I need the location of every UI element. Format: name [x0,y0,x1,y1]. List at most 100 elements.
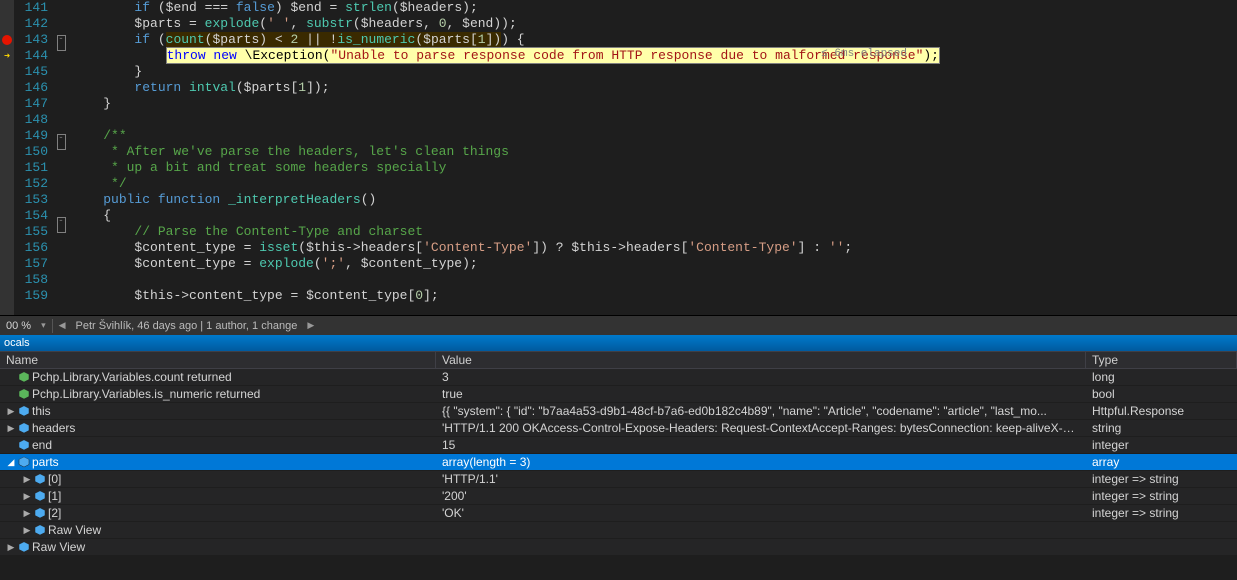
variable-value[interactable] [436,539,1086,555]
line-number: 154 [14,208,48,224]
code-editor[interactable]: ➜ 14114214314414514614714814915015115215… [0,0,1237,315]
expand-toggle-icon[interactable]: ▶ [22,471,32,488]
code-area[interactable]: if ($end === false) $end = strlen($heade… [68,0,1237,315]
locals-row[interactable]: ◢ partsarray(length = 3)array [0,454,1237,471]
line-number: 144 [14,48,48,64]
expand-toggle-icon[interactable]: ▶ [22,505,32,522]
variable-type: long [1086,369,1237,385]
variable-type [1086,522,1237,538]
fold-margin[interactable]: - - - [54,0,68,315]
line-number: 143 [14,32,48,48]
fold-toggle-icon[interactable]: - [57,217,66,233]
locals-row[interactable]: ▶ end15integer [0,437,1237,454]
code-line[interactable]: * After we've parse the headers, let's c… [68,144,1237,160]
line-number: 141 [14,0,48,16]
variable-value[interactable]: 'OK' [436,505,1086,521]
breakpoint-icon[interactable] [2,35,12,45]
code-line[interactable]: { [68,208,1237,224]
elapsed-hint: ≤ 6ms elapsed [821,48,907,60]
code-line[interactable]: */ [68,176,1237,192]
line-number: 156 [14,240,48,256]
variable-value[interactable]: {{ "system": { "id": "b7aa4a53-d9b1-48cf… [436,403,1086,419]
locals-row[interactable]: ▶ Pchp.Library.Variables.is_numeric retu… [0,386,1237,403]
variable-type: integer => string [1086,505,1237,521]
expand-toggle-icon[interactable]: ▶ [22,522,32,539]
code-line[interactable]: throw new \Exception("Unable to parse re… [68,48,1237,64]
code-line[interactable] [68,112,1237,128]
variable-icon [34,473,46,485]
variable-value[interactable]: 'HTTP/1.1 200 OKAccess-Control-Expose-He… [436,420,1086,436]
code-line[interactable]: } [68,96,1237,112]
code-line[interactable]: if (count($parts) < 2 || !is_numeric($pa… [68,32,1237,48]
variable-name: end [32,437,52,454]
locals-col-value[interactable]: Value [436,352,1086,368]
variable-name: headers [32,420,75,437]
variable-name: [2] [48,505,61,522]
expand-toggle-icon[interactable]: ▶ [22,488,32,505]
code-line[interactable]: $parts = explode(' ', substr($headers, 0… [68,16,1237,32]
variable-value[interactable] [436,522,1086,538]
expand-toggle-icon[interactable]: ▶ [6,403,16,420]
code-line[interactable]: if ($end === false) $end = strlen($heade… [68,0,1237,16]
code-line[interactable]: * up a bit and treat some headers specia… [68,160,1237,176]
locals-row[interactable]: ▶ Raw View [0,539,1237,556]
locals-col-name[interactable]: Name [0,352,436,368]
zoom-level[interactable]: 00 % [0,320,37,332]
line-number: 147 [14,96,48,112]
line-number: 145 [14,64,48,80]
blame-next-icon[interactable]: ▶ [303,320,318,331]
locals-row[interactable]: ▶ headers 'HTTP/1.1 200 OKAccess-Control-… [0,420,1237,437]
variable-value[interactable]: 15 [436,437,1086,453]
code-line[interactable]: // Parse the Content-Type and charset [68,224,1237,240]
variable-value[interactable]: array(length = 3) [436,454,1086,470]
code-line[interactable]: $content_type = explode(';', $content_ty… [68,256,1237,272]
line-number: 155 [14,224,48,240]
expand-toggle-icon[interactable]: ▶ [6,539,16,556]
expand-toggle-icon[interactable]: ◢ [6,454,16,471]
expand-toggle-icon[interactable]: ▶ [6,420,16,437]
code-line[interactable] [68,272,1237,288]
locals-row[interactable]: ▶ Pchp.Library.Variables.count returned3… [0,369,1237,386]
code-line[interactable]: } [68,64,1237,80]
locals-row[interactable]: ▶ [1]'200'integer => string [0,488,1237,505]
locals-col-type[interactable]: Type [1086,352,1237,368]
variable-name: this [32,403,51,420]
variable-type: integer => string [1086,471,1237,487]
variable-icon [34,507,46,519]
variable-icon [18,541,30,553]
code-line[interactable]: return intval($parts[1]); [68,80,1237,96]
line-number: 158 [14,272,48,288]
variable-icon [18,422,30,434]
line-number-gutter: 1411421431441451461471481491501511521531… [14,0,54,315]
locals-row[interactable]: ▶ [2] 'OK'integer => string [0,505,1237,522]
locals-panel-title: ocals [0,335,1237,351]
fold-toggle-icon[interactable]: - [57,35,66,51]
variable-name: [0] [48,471,61,488]
locals-row[interactable]: ▶ this {{ "system": { "id": "b7aa4a53-d9b… [0,403,1237,420]
code-line[interactable]: $this->content_type = $content_type[0]; [68,288,1237,304]
code-line[interactable]: $content_type = isset($this->headers['Co… [68,240,1237,256]
line-number: 159 [14,288,48,304]
blame-prev-icon[interactable]: ◀ [55,320,70,331]
line-number: 153 [14,192,48,208]
code-line[interactable]: /** [68,128,1237,144]
variable-name: parts [32,454,59,471]
line-number: 149 [14,128,48,144]
locals-panel[interactable]: Name Value Type ▶ Pchp.Library.Variables… [0,351,1237,556]
variable-value[interactable]: '200' [436,488,1086,504]
line-number: 148 [14,112,48,128]
variable-value[interactable]: 3 [436,369,1086,385]
blame-info[interactable]: Petr Švihlík, 46 days ago | 1 author, 1 … [70,320,304,332]
variable-type: string [1086,420,1237,436]
line-number: 150 [14,144,48,160]
zoom-dropdown-icon[interactable]: ▾ [37,320,50,331]
fold-toggle-icon[interactable]: - [57,134,66,150]
variable-value[interactable]: 'HTTP/1.1' [436,471,1086,487]
locals-row[interactable]: ▶ [0] 'HTTP/1.1'integer => string [0,471,1237,488]
variable-icon [18,388,30,400]
breakpoint-margin[interactable]: ➜ [0,0,14,315]
locals-row[interactable]: ▶ Raw View [0,522,1237,539]
code-line[interactable]: public function _interpretHeaders() [68,192,1237,208]
line-number: 146 [14,80,48,96]
variable-value[interactable]: true [436,386,1086,402]
